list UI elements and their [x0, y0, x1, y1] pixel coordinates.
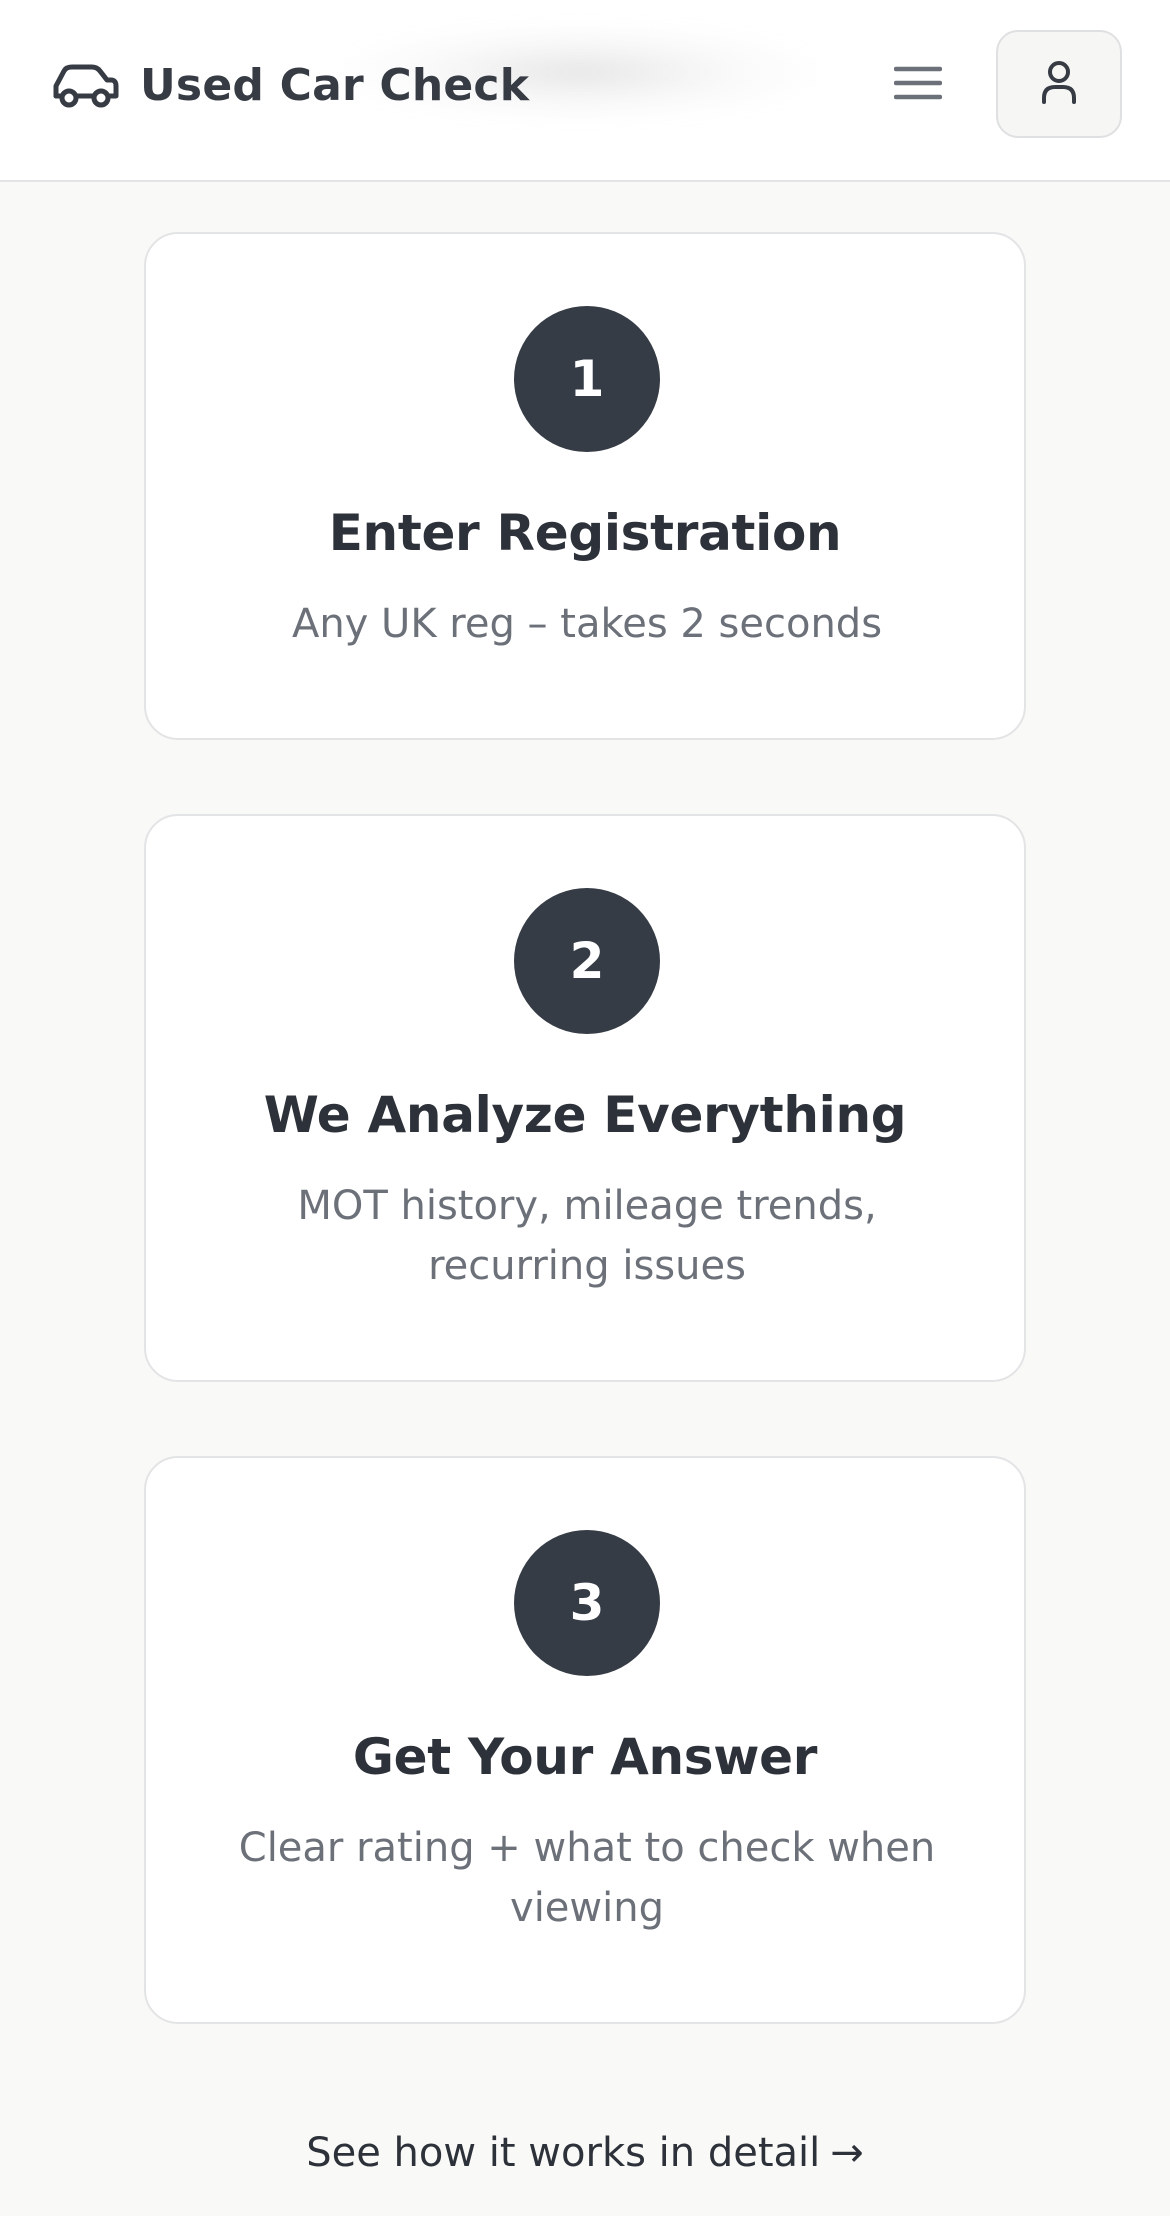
hamburger-menu-icon — [893, 63, 943, 107]
step-number-badge: 2 — [514, 888, 660, 1034]
detail-link-label: See how it works in detail — [306, 2130, 821, 2176]
see-how-it-works-link[interactable]: See how it works in detail → — [0, 2130, 1170, 2176]
car-icon — [48, 58, 120, 112]
step-title: Get Your Answer — [352, 1728, 818, 1786]
step-card-2: 2 We Analyze Everything MOT history, mil… — [144, 814, 1026, 1382]
site-header: Used Car Check — [0, 0, 1170, 182]
user-icon — [1041, 60, 1077, 108]
step-title: We Analyze Everything — [263, 1086, 907, 1144]
step-card-3: 3 Get Your Answer Clear rating + what to… — [144, 1456, 1026, 2024]
step-number-badge: 3 — [514, 1530, 660, 1676]
step-card-1: 1 Enter Registration Any UK reg – takes … — [144, 232, 1026, 740]
step-description: MOT history, mileage trends, recurring i… — [297, 1183, 877, 1289]
brand-title: Used Car Check — [140, 59, 530, 111]
step-description: Clear rating + what to check when viewin… — [238, 1825, 936, 1931]
menu-button[interactable] — [880, 52, 956, 118]
step-description: Any UK reg – takes 2 seconds — [291, 601, 883, 647]
step-title: Enter Registration — [328, 504, 842, 562]
account-button[interactable] — [996, 30, 1122, 138]
arrow-right-icon: → — [830, 2130, 864, 2176]
brand-logo-link[interactable]: Used Car Check — [48, 50, 529, 120]
step-number-badge: 1 — [514, 306, 660, 452]
